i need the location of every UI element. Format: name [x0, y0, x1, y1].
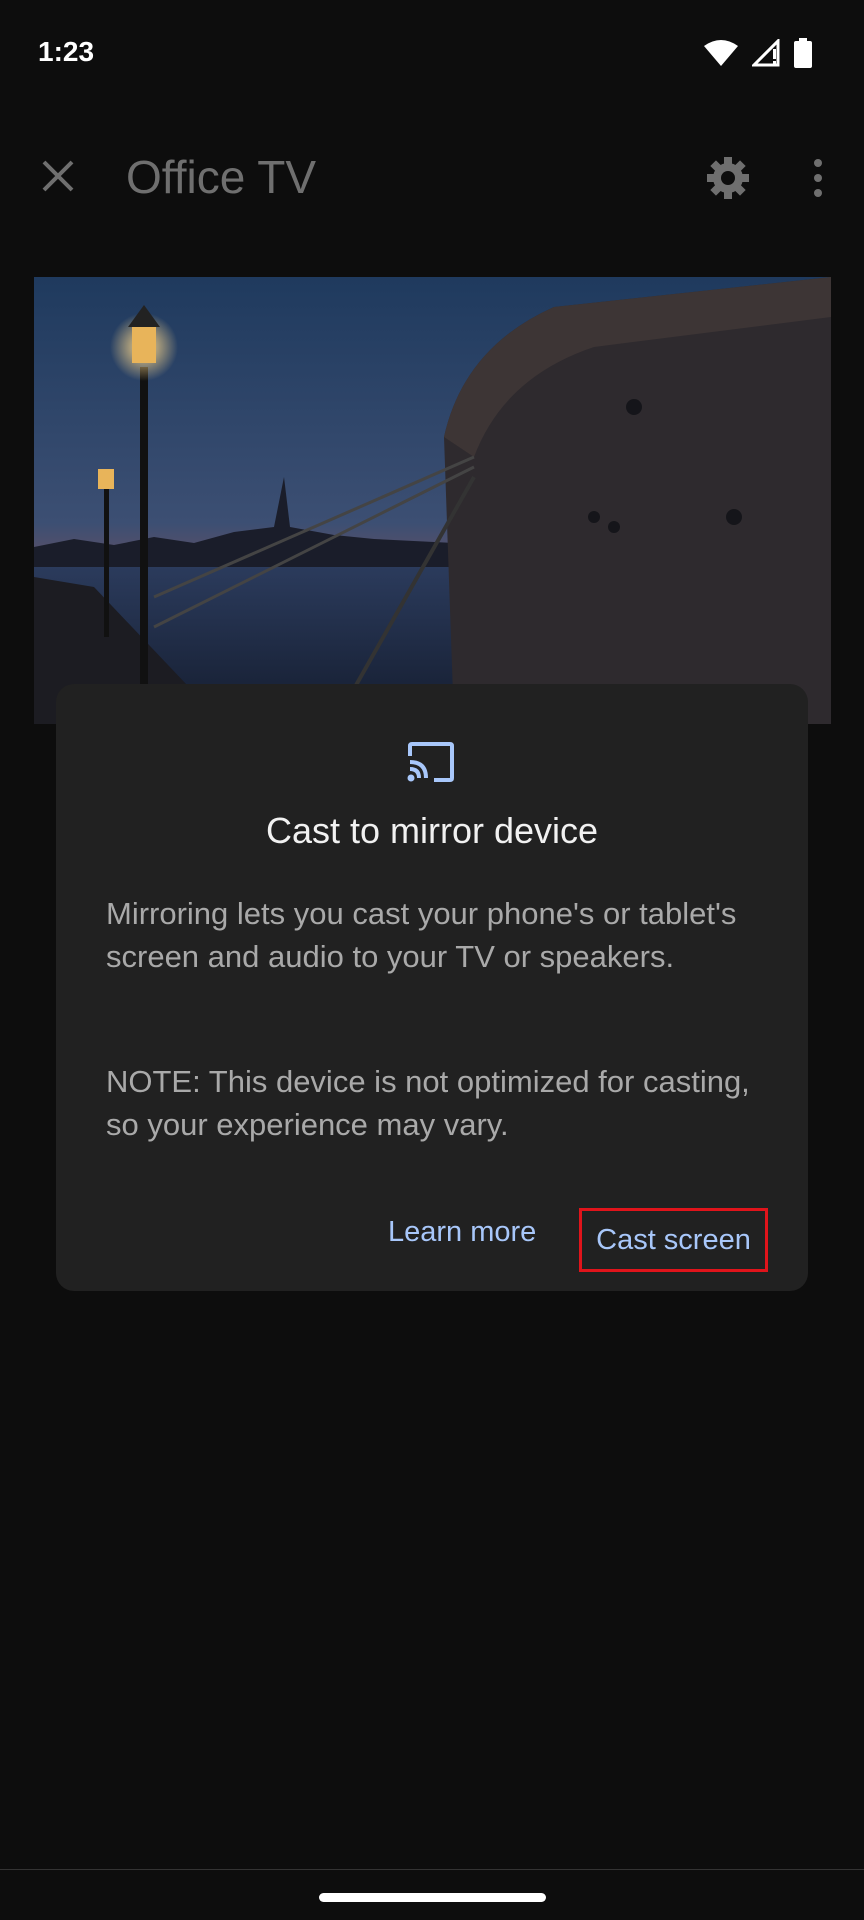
status-time: 1:23 [38, 36, 95, 67]
app-bar: Office TV [0, 120, 864, 230]
device-background-image [34, 277, 831, 724]
home-indicator[interactable] [319, 1893, 546, 1902]
close-button[interactable] [30, 150, 86, 206]
cast-screen-label: Cast screen [596, 1223, 751, 1256]
dialog-body-note: NOTE: This device is not optimized for c… [106, 1064, 750, 1142]
status-icons [704, 37, 812, 73]
close-icon [41, 159, 75, 198]
more-vert-icon [812, 158, 824, 203]
learn-more-button[interactable]: Learn more [388, 1216, 536, 1249]
dialog-title: Cast to mirror device [265, 810, 599, 851]
cast-screen-button[interactable]: Cast screen [579, 1208, 768, 1272]
battery-icon [794, 38, 812, 73]
settings-button[interactable] [700, 152, 756, 208]
cast-icon [406, 742, 454, 787]
wifi-icon [704, 39, 738, 72]
status-bar: 1:23 [0, 0, 864, 110]
more-options-button[interactable] [790, 152, 846, 208]
dialog-body-description: Mirroring lets you cast your phone's or … [106, 896, 737, 974]
cast-mirror-dialog: Cast to mirror device Mirroring lets you… [56, 684, 808, 1291]
gear-icon [705, 155, 751, 206]
nav-divider [0, 1869, 864, 1870]
signal-icon [750, 37, 780, 72]
app-title: Office TV [126, 151, 317, 203]
